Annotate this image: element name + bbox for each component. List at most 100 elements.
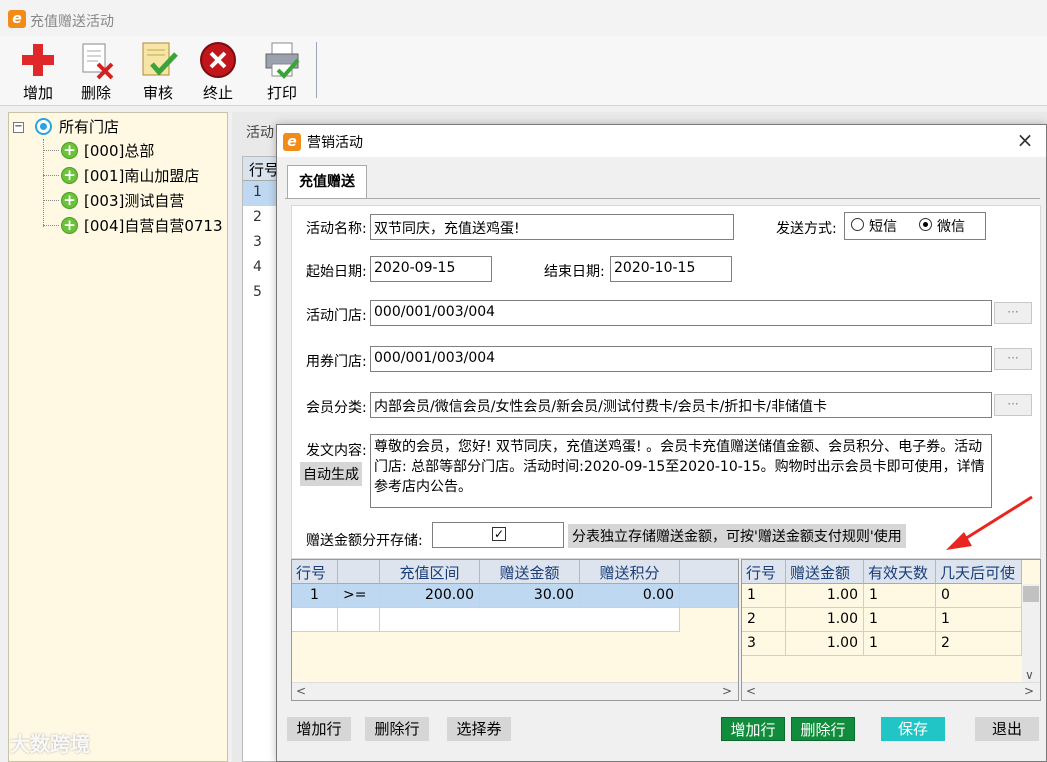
- table-cell[interactable]: 0: [936, 584, 1022, 608]
- watermark: 大数跨境: [10, 732, 90, 756]
- table-cell[interactable]: 1.00: [786, 632, 864, 656]
- scroll-right-icon[interactable]: >: [722, 684, 732, 698]
- exit-button[interactable]: 退出: [975, 717, 1039, 741]
- activity-name-field[interactable]: 双节同庆，充值送鸡蛋!: [370, 214, 734, 240]
- delete-button[interactable]: 删除: [70, 40, 122, 102]
- coupon-delete-row-button[interactable]: 删除行: [791, 717, 855, 741]
- column-header: [338, 560, 380, 584]
- vertical-scrollbar[interactable]: ∨: [1022, 584, 1040, 682]
- tree-root-all-stores[interactable]: 所有门店: [59, 116, 119, 137]
- table-cell[interactable]: 2: [936, 632, 1022, 656]
- member-category-picker-button[interactable]: ···: [994, 394, 1032, 416]
- coupon-stores-label: 用券门店:: [306, 354, 367, 370]
- activity-filter-label: 活动: [246, 125, 274, 141]
- column-header: 有效天数: [864, 560, 936, 584]
- select-coupon-button[interactable]: 选择券: [447, 717, 511, 741]
- tree-connector: [43, 139, 44, 227]
- separate-storage-hint: 分表独立存储赠送金额，可按'赠送金额支付规则'使用: [568, 524, 906, 548]
- all-stores-icon: [35, 118, 52, 135]
- print-button[interactable]: 打印: [256, 40, 308, 102]
- store-tree: − 所有门店 + [000]总部 + [001]南山加盟店 + [003]测试自…: [8, 112, 228, 762]
- column-header: 赠送金额: [480, 560, 580, 584]
- coupon-stores-picker-button[interactable]: ···: [994, 348, 1032, 370]
- annotation-arrow-icon: [946, 495, 1033, 550]
- add-row-button[interactable]: 增加行: [287, 717, 351, 741]
- add-button[interactable]: 增加: [12, 40, 64, 102]
- dialog-titlebar: e 营销活动 ×: [277, 125, 1046, 157]
- separate-storage-label: 赠送金额分开存储:: [306, 533, 423, 549]
- recharge-form: 活动名称: 双节同庆，充值送鸡蛋! 发送方式: 短信 微信 起始日期: 2020…: [291, 205, 1041, 559]
- recharge-rules-grid: 行号 充值区间 赠送金额 赠送积分 1 >= 200.00 30.00 0.00…: [291, 559, 739, 701]
- toolbar-separator: [316, 42, 317, 98]
- send-method-label: 发送方式:: [776, 221, 837, 237]
- table-cell[interactable]: 1: [292, 584, 338, 608]
- wechat-radio-label: 微信: [937, 219, 965, 235]
- activity-stores-field[interactable]: 000/001/003/004: [370, 300, 992, 326]
- table-cell[interactable]: 30.00: [480, 584, 580, 608]
- horizontal-scrollbar[interactable]: < >: [292, 682, 738, 700]
- save-button[interactable]: 保存: [881, 717, 945, 741]
- store-plus-icon: +: [61, 142, 78, 159]
- plus-icon: [22, 44, 54, 76]
- tab-divider: [285, 198, 1040, 199]
- delete-row-button[interactable]: 删除行: [365, 717, 429, 741]
- auto-generate-button[interactable]: 自动生成: [300, 462, 362, 486]
- app-logo-icon: e: [8, 10, 26, 28]
- message-content-field[interactable]: 尊敬的会员，您好! 双节同庆，充值送鸡蛋! 。会员卡充值赠送储值金额、会员积分、…: [370, 434, 992, 508]
- column-header: 充值区间: [380, 560, 480, 584]
- table-cell[interactable]: 0.00: [580, 584, 680, 608]
- table-cell[interactable]: 1.00: [786, 608, 864, 632]
- close-icon[interactable]: ×: [1013, 128, 1037, 152]
- app-titlebar: e 充值赠送活动: [0, 0, 1047, 36]
- stop-icon: [200, 42, 236, 78]
- column-header: 几天后可使: [936, 560, 1022, 584]
- column-header: 赠送积分: [580, 560, 680, 584]
- tab-recharge-gift[interactable]: 充值赠送: [287, 165, 367, 199]
- column-header: 行号: [742, 560, 786, 584]
- column-header: 赠送金额: [786, 560, 864, 584]
- audit-button[interactable]: 审核: [132, 40, 184, 102]
- toolbar: 增加 删除 审核 终止 打印: [0, 36, 1047, 106]
- table-cell[interactable]: 200.00: [380, 584, 480, 608]
- coupon-stores-field[interactable]: 000/001/003/004: [370, 346, 992, 372]
- gift-coupon-grid: 行号 赠送金额 有效天数 几天后可使 1 1.00 1 0 2 1.00 1 1…: [741, 559, 1041, 701]
- store-plus-icon: +: [61, 167, 78, 184]
- table-cell[interactable]: 1: [864, 632, 936, 656]
- member-category-field[interactable]: 内部会员/微信会员/女性会员/新会员/测试付费卡/会员卡/折扣卡/非储值卡: [370, 392, 992, 418]
- scroll-left-icon[interactable]: <: [746, 684, 756, 698]
- column-header: 行号: [292, 560, 338, 584]
- start-date-field[interactable]: 2020-09-15: [370, 256, 492, 282]
- start-date-label: 起始日期:: [306, 264, 367, 280]
- separate-storage-checkbox[interactable]: ✓: [492, 527, 506, 541]
- coupon-add-row-button[interactable]: 增加行: [721, 717, 785, 741]
- activity-name-label: 活动名称:: [306, 221, 367, 237]
- table-cell[interactable]: 1: [936, 608, 1022, 632]
- sms-radio[interactable]: [851, 218, 864, 231]
- table-cell[interactable]: 1: [864, 584, 936, 608]
- store-plus-icon: +: [61, 217, 78, 234]
- scroll-left-icon[interactable]: <: [296, 684, 306, 698]
- wechat-radio[interactable]: [919, 218, 932, 231]
- table-cell[interactable]: 1: [864, 608, 936, 632]
- window-title: 充值赠送活动: [30, 14, 114, 30]
- dialog-title: 营销活动: [307, 135, 363, 151]
- scroll-right-icon[interactable]: >: [1024, 684, 1034, 698]
- table-cell[interactable]: 1: [742, 584, 786, 608]
- terminate-button[interactable]: 终止: [192, 40, 244, 102]
- activity-stores-label: 活动门店:: [306, 308, 367, 324]
- tree-collapse-toggle[interactable]: −: [13, 122, 24, 133]
- scroll-down-icon[interactable]: ∨: [1025, 668, 1034, 682]
- end-date-label: 结束日期:: [544, 264, 605, 280]
- table-cell[interactable]: 1.00: [786, 584, 864, 608]
- delete-document-icon: [82, 43, 114, 80]
- table-cell[interactable]: 2: [742, 608, 786, 632]
- end-date-field[interactable]: 2020-10-15: [610, 256, 732, 282]
- horizontal-scrollbar[interactable]: < >: [742, 682, 1040, 700]
- store-plus-icon: +: [61, 192, 78, 209]
- audit-check-icon: [142, 42, 178, 76]
- scroll-thumb[interactable]: [1023, 586, 1039, 602]
- table-cell[interactable]: >=: [338, 584, 380, 608]
- printer-icon: [265, 42, 300, 79]
- table-cell[interactable]: 3: [742, 632, 786, 656]
- activity-stores-picker-button[interactable]: ···: [994, 302, 1032, 324]
